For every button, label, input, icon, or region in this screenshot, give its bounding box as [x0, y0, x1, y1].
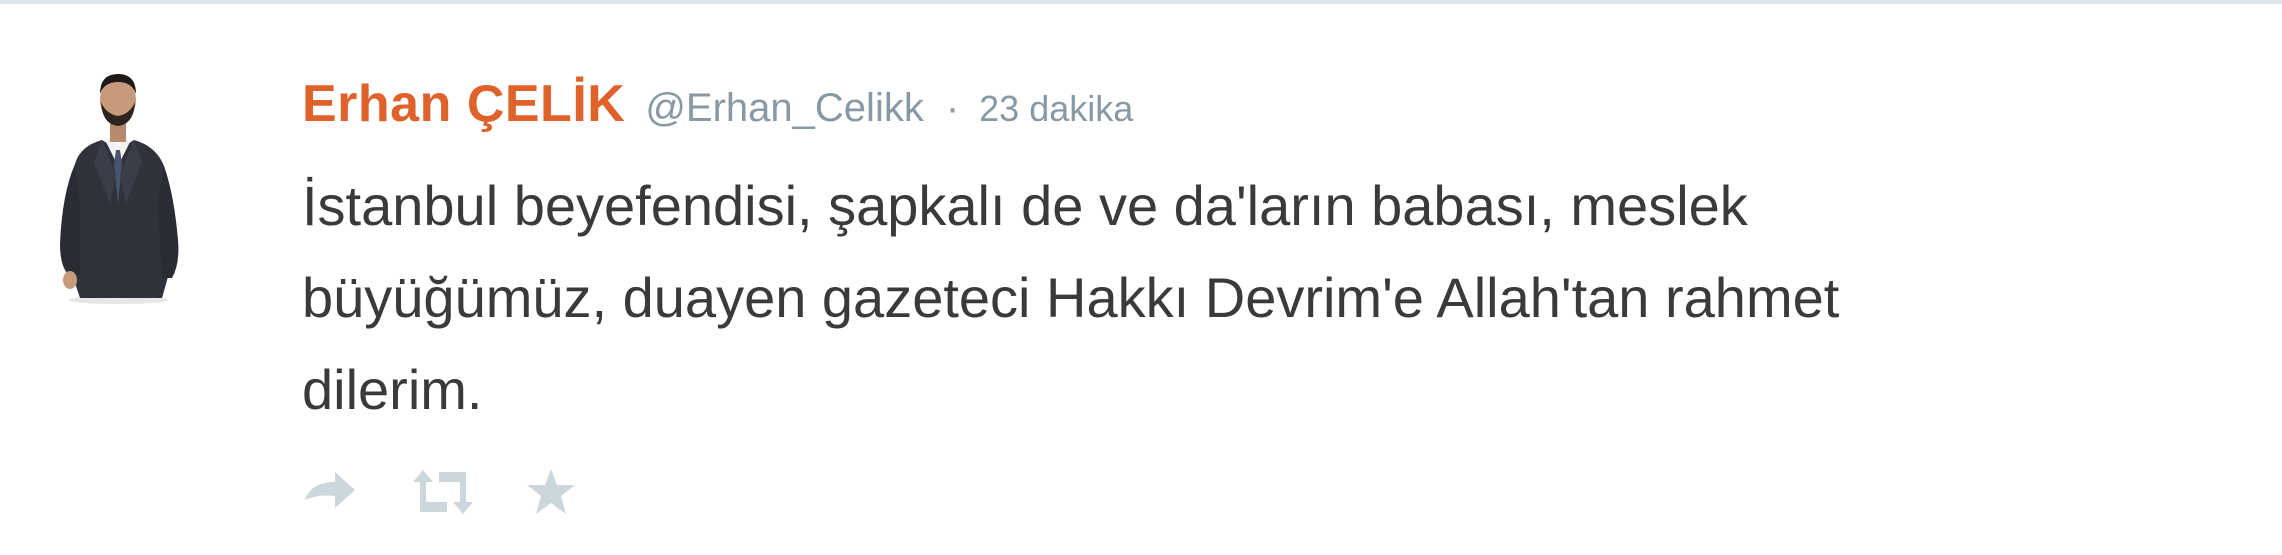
retweet-button[interactable] [406, 462, 480, 522]
tweet-text-line: dilerim. [302, 358, 483, 421]
favorite-button[interactable] [522, 462, 580, 522]
meta-separator: · [945, 86, 960, 130]
tweet-text-line: İstanbul beyefendisi, şapkalı de ve da'l… [302, 174, 1748, 237]
tweet-text-line: büyüğümüz, duayen gazeteci Hakkı Devrim'… [302, 266, 1840, 329]
author-username[interactable]: @Erhan_Celikk [645, 86, 924, 131]
reply-button[interactable] [298, 462, 360, 522]
tweet-header: Erhan ÇELİK @Erhan_Celikk · 23 dakika [302, 74, 2242, 150]
tweet-actions [298, 462, 580, 522]
author-avatar[interactable] [40, 54, 190, 304]
tweet-content: Erhan ÇELİK @Erhan_Celikk · 23 dakika İs… [302, 74, 2242, 436]
author-fullname[interactable]: Erhan ÇELİK [302, 74, 625, 134]
reply-arrow-icon [305, 472, 355, 508]
star-icon [527, 469, 575, 514]
tweet-timestamp[interactable]: 23 dakika [979, 88, 1133, 130]
tweet-card: Erhan ÇELİK @Erhan_Celikk · 23 dakika İs… [0, 4, 2282, 555]
retweet-icon [413, 470, 473, 514]
tweet-text: İstanbul beyefendisi, şapkalı de ve da'l… [302, 160, 2242, 436]
